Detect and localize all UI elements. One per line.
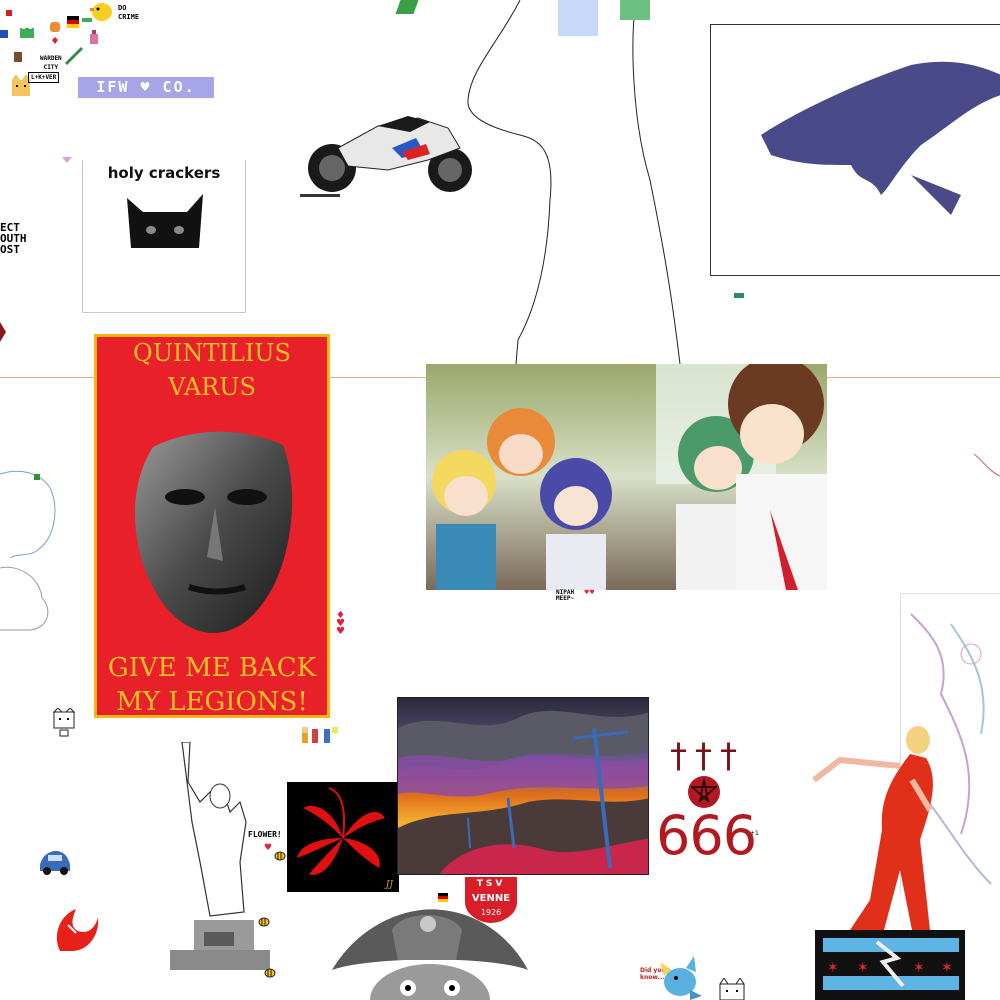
green-leaf-icon [395,0,419,14]
red-mark [0,322,6,342]
warden-city-label: WARDEN CITY [40,55,62,71]
pink-stroke [973,453,1000,477]
car-icon [40,851,70,875]
cat-face-icon [719,978,745,1000]
svg-text:✶: ✶ [857,960,869,976]
flower-label: FLOWER! [248,830,282,839]
tsv-badge-top: TSV [476,879,506,889]
lock-label: L+K+VER [28,72,60,83]
germany-flag-icon [67,16,79,28]
varus-title-line-2: VARUS [168,373,256,401]
statue-drawing [170,742,270,970]
teal-dot [734,293,744,298]
motorcycle-icon [300,116,472,197]
anime-group-image [426,364,827,590]
line-drawing-figure [467,0,681,365]
pink-triangle-icon [62,157,72,163]
cat-face-icon [52,708,76,737]
varus-bottom-line-2: MY LEGIONS! [116,687,308,717]
bee-icon [274,851,286,861]
left-edge-text: ECT OUTH OST [0,221,27,256]
anime-caption-line-2: MEEP~ [556,595,575,602]
blue-map-shape [761,61,1000,215]
heart-icon: ♥ [264,843,273,853]
bronze-mask-image [134,431,293,633]
lily-signature: JJ [385,880,393,890]
red-lily-image: JJ [287,782,399,892]
svg-text:✶: ✶ [941,960,953,976]
holy-crackers-card: holy crackers [82,160,246,313]
swan-icon [56,909,99,951]
black-cat-icon [127,194,203,248]
varus-bottom-line-1: GIVE ME BACK [107,653,317,683]
svg-text:✶: ✶ [913,960,925,976]
anime-caption-hearts: ♥♥ [584,589,595,596]
varus-title-line-1: QUINTILIUS [133,339,291,367]
sword-icon [64,46,84,66]
svg-text:✶: ✶ [827,960,839,976]
holy-crackers-label: holy crackers [107,164,221,182]
duck-icon [90,3,112,21]
cloud-outline-drawing [0,470,56,631]
crosses-icon: ††† [670,736,745,776]
bee-icon [264,968,276,978]
outline-map-box [710,24,1000,276]
bee-icon [258,917,270,927]
red-figure-drawing [812,726,933,930]
chicago-flag-image: ✶ ✶ ✶ ✶ [815,930,965,1000]
heart-icon: ♦ ♥ ♥ [336,610,345,637]
sunset-landscape-image [397,697,649,875]
anime-caption: NIPAH MEEP~ [556,590,574,602]
fish-creature-icon [660,956,702,1000]
six-six-six-note: +1 [750,830,759,837]
tiny-figures-icon [302,727,338,743]
tricorn-hat-character-image [332,909,528,1000]
six-six-six-label: 666 [656,804,757,867]
varus-poster: QUINTILIUS VARUS GIVE ME BACK MY LEGIONS… [94,334,330,718]
do-crime-label: DO CRIME [118,4,140,21]
ifw-banner: IFW ♥ CO. [78,77,214,98]
